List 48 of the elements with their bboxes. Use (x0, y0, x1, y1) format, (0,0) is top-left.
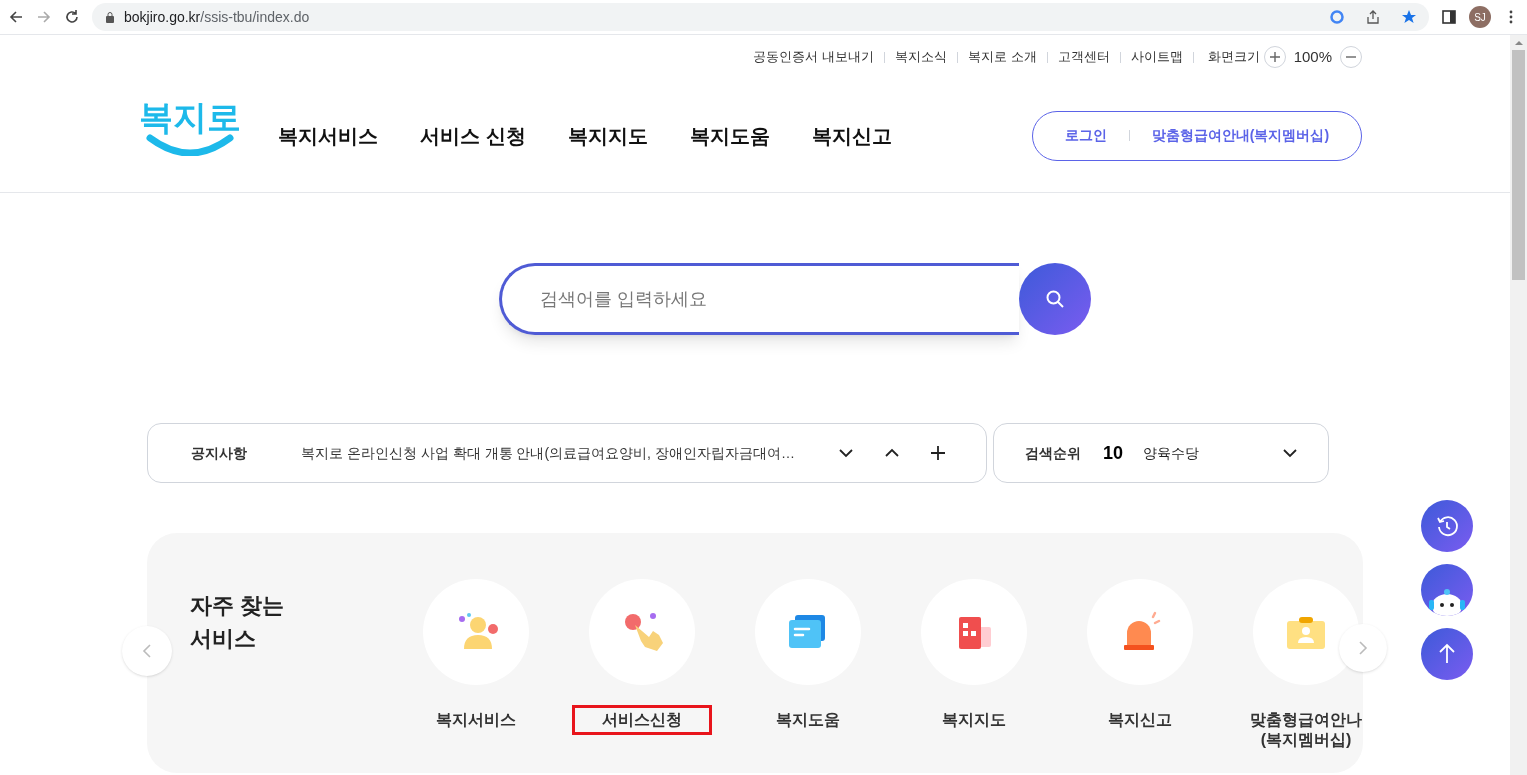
utility-link[interactable]: 복지로 소개 (968, 47, 1037, 67)
star-icon[interactable] (1401, 9, 1417, 25)
utility-link[interactable]: 고객센터 (1057, 47, 1110, 67)
scroll-up-icon[interactable] (1514, 39, 1523, 47)
url-text: bokjiro.go.kr/ssis-tbu/index.do (124, 7, 310, 27)
history-button[interactable] (1421, 500, 1473, 552)
profile-avatar[interactable]: SJ (1469, 6, 1491, 28)
membership-link[interactable]: 맞춤형급여안내(복지멤버십) (1151, 125, 1330, 146)
reload-icon[interactable] (64, 9, 80, 25)
utility-link[interactable]: 복지소식 (895, 47, 947, 67)
scrollbar-thumb[interactable] (1512, 50, 1525, 280)
nav-item[interactable]: 서비스 신청 (420, 120, 526, 151)
lock-icon (104, 11, 116, 23)
share-icon[interactable] (1365, 9, 1381, 25)
ranking-term[interactable]: 양육수당 (1143, 442, 1200, 464)
ranking-number: 10 (1103, 441, 1124, 465)
chatbot-button[interactable] (1421, 564, 1473, 616)
scroll-top-button[interactable] (1421, 628, 1473, 680)
service-link[interactable]: 복지신고 (1070, 705, 1210, 735)
side-panel-icon[interactable] (1441, 9, 1457, 25)
zoom-label: 화면크기 (1207, 48, 1260, 67)
notice-link[interactable]: 복지로 온라인신청 사업 확대 개통 안내(의료급여요양비, 장애인자립자금대여… (301, 442, 795, 464)
service-link[interactable]: 복지지도 (904, 705, 1044, 735)
zoom-value: 100% (1293, 46, 1332, 67)
search-field[interactable]: 검색어를 입력하세요 (499, 263, 1019, 335)
utility-link[interactable]: 사이트맵 (1130, 47, 1183, 67)
search-icon (1045, 289, 1065, 309)
plus-icon[interactable] (930, 445, 946, 461)
service-link[interactable]: 맞춤형급여안나 (복지멤버십) (1236, 705, 1376, 755)
notice-label: 공지사항 (191, 443, 248, 463)
section-title: 자주 찾는 서비스 (190, 592, 286, 653)
login-link[interactable]: 로그인 (1064, 125, 1107, 146)
robot-mascot-icon (1427, 586, 1467, 616)
address-bar[interactable]: bokjiro.go.kr/ssis-tbu/index.do (92, 3, 1429, 31)
scrollbar[interactable] (1510, 35, 1527, 775)
service-link[interactable]: 서비스신청 (572, 705, 712, 735)
service-link[interactable]: 복지도움 (738, 705, 878, 735)
utility-link[interactable]: 공동인증서 내보내기 (753, 47, 874, 67)
nav-item[interactable]: 복지지도 (567, 120, 648, 151)
nav-item[interactable]: 복지신고 (811, 120, 892, 151)
history-icon (1435, 514, 1459, 538)
nav-item[interactable]: 복지도움 (689, 120, 770, 151)
ranking-label: 검색순위 (1025, 443, 1081, 463)
back-icon[interactable] (8, 9, 24, 25)
forward-icon[interactable] (36, 9, 52, 25)
plus-icon (1268, 51, 1281, 63)
service-link[interactable]: 복지서비스 (406, 705, 546, 735)
nav-item[interactable]: 복지서비스 (278, 120, 378, 151)
